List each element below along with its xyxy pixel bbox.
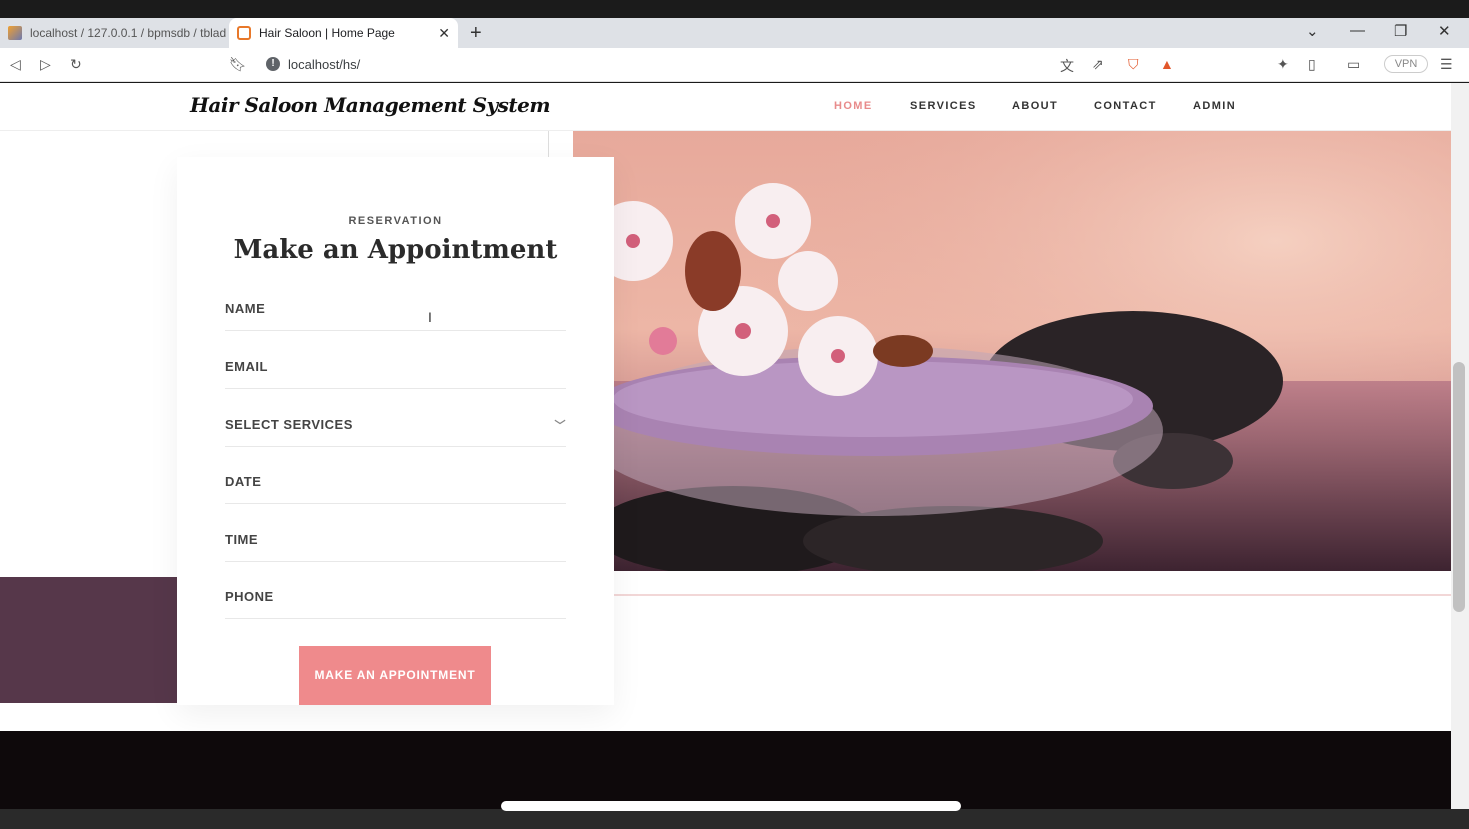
appointment-form: RESERVATION Make an Appointment NAME I E…	[177, 157, 614, 705]
sidebar-icon[interactable]: ▯	[1308, 56, 1316, 73]
decor-block	[0, 577, 177, 703]
phone-placeholder: PHONE	[225, 589, 274, 604]
tab-strip: localhost / 127.0.0.1 / bpmsdb / tblad H…	[0, 18, 1469, 48]
share-icon[interactable]: ⇗	[1092, 56, 1104, 73]
tab-search-icon[interactable]: ⌄	[1306, 22, 1319, 40]
date-field[interactable]: DATE	[225, 474, 566, 504]
site-header: Hair Saloon Management System HOME SERVI…	[0, 83, 1451, 131]
window-top-bar	[0, 0, 1469, 18]
minimize-icon[interactable]: —	[1350, 22, 1365, 39]
reload-icon[interactable]: ↻	[70, 56, 82, 73]
name-field[interactable]: NAME	[225, 301, 566, 331]
text-cursor-icon: I	[428, 309, 432, 325]
spa-illustration	[573, 131, 1451, 571]
close-tab-icon[interactable]: ✕	[438, 25, 450, 42]
form-eyebrow: RESERVATION	[348, 215, 443, 227]
nav-home[interactable]: HOME	[834, 100, 873, 112]
phpmyadmin-favicon-icon	[8, 26, 22, 40]
footer-section	[0, 731, 1451, 809]
make-appointment-button[interactable]: MAKE AN APPOINTMENT	[299, 646, 491, 705]
nav-about[interactable]: ABOUT	[1012, 100, 1058, 112]
chevron-down-icon: ﹀	[554, 420, 566, 432]
address-toolbar: ◁ ▷ ↻ 🔖︎ ! localhost/hs/ 文 ⇗ ⛉ ▲ ✦ ▯ ▭ V…	[0, 48, 1469, 82]
vpn-button[interactable]: VPN	[1384, 55, 1428, 73]
email-placeholder: EMAIL	[225, 359, 268, 374]
name-placeholder: NAME	[225, 301, 266, 316]
nav-services[interactable]: SERVICES	[910, 100, 977, 112]
hero-image	[573, 131, 1451, 571]
time-placeholder: TIME	[225, 532, 259, 547]
divider	[614, 594, 1451, 596]
info-icon[interactable]: !	[266, 57, 280, 71]
divider	[548, 131, 549, 157]
close-window-icon[interactable]: ✕	[1438, 22, 1451, 40]
phone-field[interactable]: PHONE	[225, 589, 566, 619]
back-icon[interactable]: ◁	[10, 56, 21, 73]
tab-phpmyadmin[interactable]: localhost / 127.0.0.1 / bpmsdb / tblad	[0, 18, 228, 48]
home-indicator[interactable]	[501, 801, 961, 811]
site-logo[interactable]: Hair Saloon Management System	[190, 93, 551, 117]
services-select[interactable]: SELECT SERVICES ﹀	[225, 417, 566, 447]
nav-admin[interactable]: ADMIN	[1193, 100, 1236, 112]
url-field[interactable]: localhost/hs/	[288, 57, 360, 72]
new-tab-button[interactable]: +	[470, 22, 482, 45]
bookmark-icon[interactable]: 🔖︎	[229, 56, 247, 73]
restore-icon[interactable]: ❐	[1394, 22, 1407, 40]
tab-title: localhost / 127.0.0.1 / bpmsdb / tblad	[30, 26, 227, 40]
date-placeholder: DATE	[225, 474, 262, 489]
bottom-bar	[0, 809, 1469, 829]
extensions-icon[interactable]: ✦	[1277, 56, 1289, 73]
page-viewport: Hair Saloon Management System HOME SERVI…	[0, 83, 1451, 731]
email-field[interactable]: EMAIL	[225, 359, 566, 389]
site-favicon-icon	[237, 26, 251, 40]
services-placeholder: SELECT SERVICES	[225, 417, 353, 432]
tab-title: Hair Saloon | Home Page	[259, 26, 395, 40]
menu-icon[interactable]: ☰	[1440, 56, 1453, 73]
scrollbar-thumb[interactable]	[1453, 362, 1465, 612]
form-title: Make an Appointment	[233, 235, 558, 265]
forward-icon[interactable]: ▷	[40, 56, 51, 73]
time-field[interactable]: TIME	[225, 532, 566, 562]
nav-contact[interactable]: CONTACT	[1094, 100, 1157, 112]
translate-icon[interactable]: 文	[1060, 56, 1074, 76]
brave-shield-icon[interactable]: ⛉	[1128, 56, 1139, 73]
tab-hair-saloon[interactable]: Hair Saloon | Home Page ✕	[229, 18, 458, 48]
brave-rewards-icon[interactable]: ▲	[1160, 56, 1174, 72]
wallet-icon[interactable]: ▭	[1347, 56, 1360, 73]
